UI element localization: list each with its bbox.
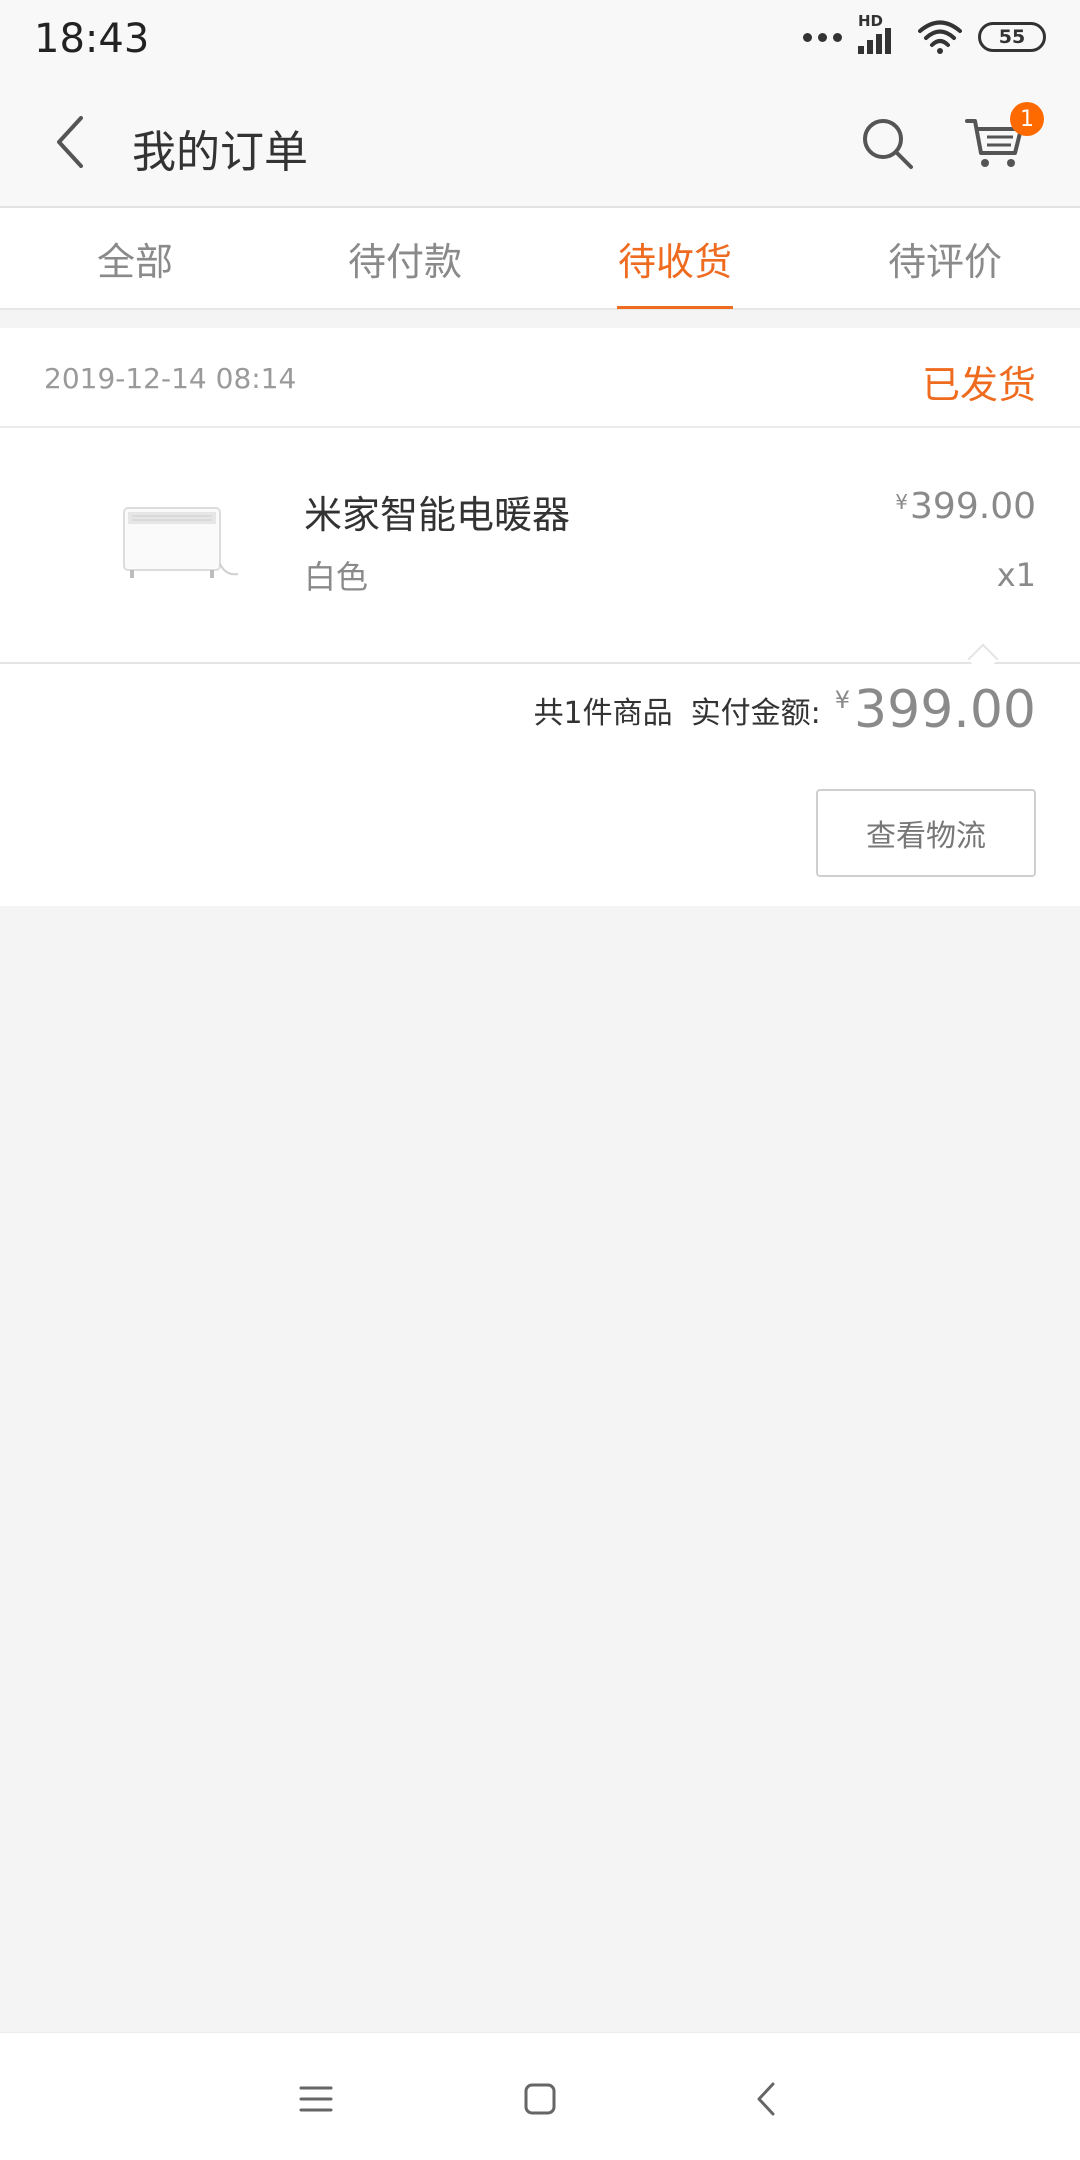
home-button[interactable] <box>510 2069 570 2129</box>
product-row[interactable]: 米家智能电暖器 白色 ¥ 399.00 x1 <box>0 428 1080 664</box>
cart-button[interactable]: 1 <box>960 102 1044 176</box>
order-date: 2019-12-14 08:14 <box>44 362 297 395</box>
order-header: 2019-12-14 08:14 已发货 <box>0 328 1080 428</box>
total-currency: ¥ <box>834 686 851 714</box>
status-icons: HD 55 <box>803 12 1046 56</box>
status-time: 18:43 <box>34 16 150 62</box>
status-bar: 18:43 HD 55 <box>0 0 1080 78</box>
cart-count-badge: 1 <box>1010 102 1044 136</box>
order-card[interactable]: 2019-12-14 08:14 已发货 米家智能电暖器 白色 ¥ 399.00… <box>0 328 1080 906</box>
product-price: ¥ 399.00 <box>895 486 1036 527</box>
cellular-signal-icon: HD <box>858 12 902 56</box>
tab-all[interactable]: 全部 <box>0 208 270 308</box>
paid-amount: ¥ 399.00 <box>835 680 1036 740</box>
tab-pending-payment[interactable]: 待付款 <box>270 208 540 308</box>
order-status: 已发货 <box>921 363 1036 407</box>
system-nav-bar <box>0 2032 1080 2160</box>
back-icon <box>757 2082 775 2116</box>
price-currency: ¥ <box>895 490 909 514</box>
home-icon <box>524 2083 556 2115</box>
view-logistics-button[interactable]: 查看物流 <box>816 789 1036 877</box>
back-button[interactable] <box>40 112 100 172</box>
system-back-button[interactable] <box>736 2069 796 2129</box>
menu-button[interactable] <box>286 2069 346 2129</box>
search-button[interactable] <box>856 112 920 176</box>
battery-level: 55 <box>998 26 1026 48</box>
more-dots-icon <box>803 32 842 42</box>
back-arrow-icon <box>57 116 83 168</box>
menu-icon <box>299 2086 333 2112</box>
battery-icon: 55 <box>978 22 1046 52</box>
product-image <box>110 488 250 598</box>
product-spec: 白色 <box>304 558 369 596</box>
page-title: 我的订单 <box>132 127 308 178</box>
total-value: 399.00 <box>854 680 1036 740</box>
wifi-icon <box>918 20 962 54</box>
product-quantity: x1 <box>996 556 1036 594</box>
order-summary: 共1件商品 实付金额: ¥ 399.00 <box>534 680 1036 740</box>
search-icon <box>863 119 913 169</box>
item-count: 共1件商品 <box>533 696 673 731</box>
price-value: 399.00 <box>910 486 1036 527</box>
tab-pending-receipt[interactable]: 待收货 <box>540 208 810 308</box>
tab-pending-review[interactable]: 待评价 <box>810 208 1080 308</box>
order-tabs: 全部 待付款 待收货 待评价 <box>0 208 1080 310</box>
product-name: 米家智能电暖器 <box>304 493 571 537</box>
paid-amount-label: 实付金额: <box>690 696 821 731</box>
app-header: 我的订单 1 <box>0 78 1080 208</box>
